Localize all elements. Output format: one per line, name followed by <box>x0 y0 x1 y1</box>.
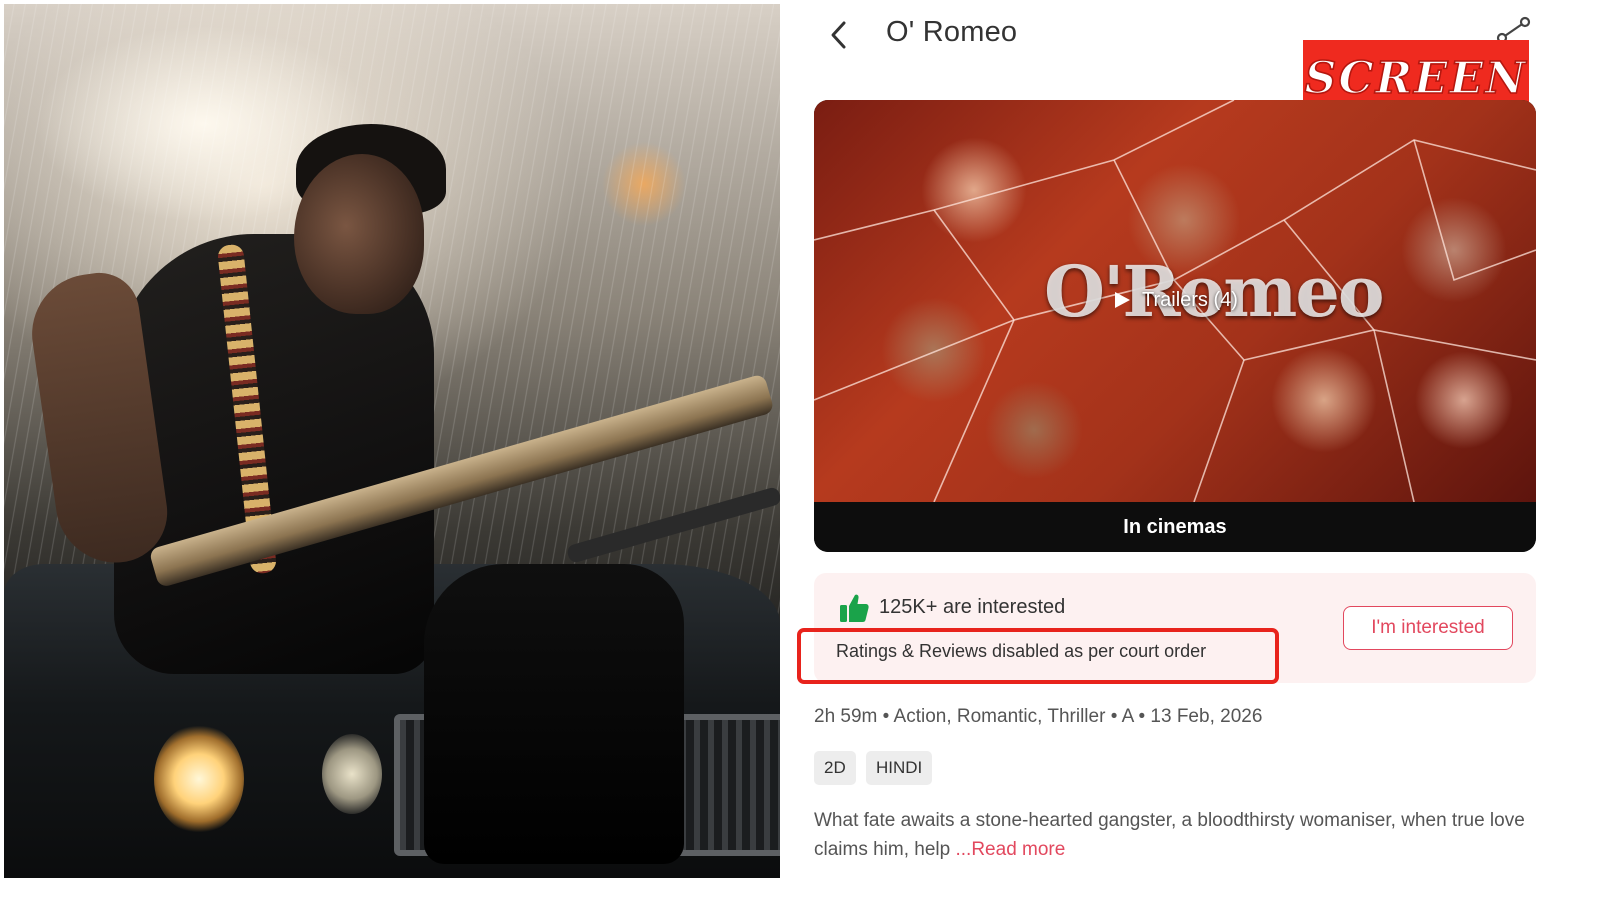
car-headlight-secondary <box>322 734 382 814</box>
trailers-label: Trailers (4) <box>1142 288 1238 311</box>
back-button[interactable] <box>822 18 856 52</box>
man-figure-leg <box>424 564 684 864</box>
interest-count: 125K+ are interested <box>879 596 1066 618</box>
synopsis-text: What fate awaits a stone-hearted gangste… <box>814 810 1525 860</box>
page-title: O' Romeo <box>886 16 1018 48</box>
movie-synopsis: What fate awaits a stone-hearted gangste… <box>814 806 1526 864</box>
man-figure-head <box>294 154 424 314</box>
release-status-label: In cinemas <box>1123 515 1227 538</box>
release-status-bar: In cinemas <box>814 502 1536 552</box>
read-more-link[interactable]: ...Read more <box>956 839 1066 860</box>
play-icon <box>1115 292 1130 308</box>
language-chip-hindi: HINDI <box>866 751 933 785</box>
movie-meta-line: 2h 59m • Action, Romantic, Thriller • A … <box>814 706 1263 727</box>
im-interested-button[interactable]: I'm interested <box>1343 606 1513 650</box>
chevron-left-icon <box>831 21 846 49</box>
car-headlight <box>154 724 244 834</box>
format-chip-2d: 2D <box>814 751 856 785</box>
movie-poster-banner[interactable]: O'Romeo Trailers (4) In cinemas <box>814 100 1536 552</box>
movie-still-photo <box>4 4 780 878</box>
trailers-button[interactable]: Trailers (4) <box>1102 280 1248 320</box>
screen-watermark-text: SCREEN <box>1304 52 1528 105</box>
court-order-highlight-box <box>797 628 1279 684</box>
thumbs-up-icon <box>840 594 869 622</box>
